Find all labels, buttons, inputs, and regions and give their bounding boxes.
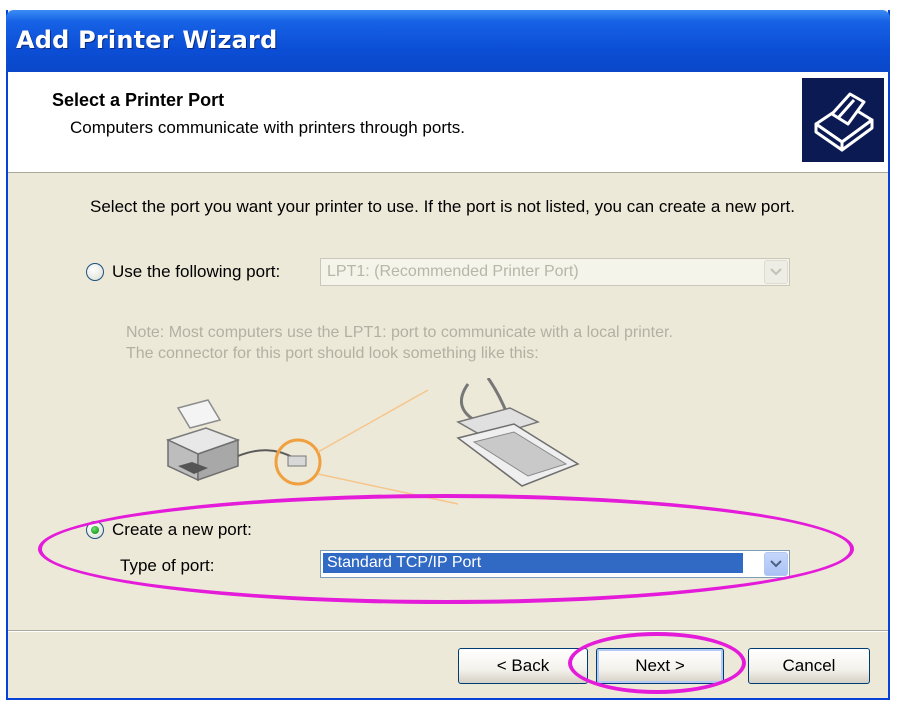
wizard-header: Select a Printer Port Computers communic… [8,72,888,173]
chevron-down-icon[interactable] [764,260,788,284]
create-new-port-radio[interactable] [86,521,104,539]
chevron-down-icon[interactable] [764,552,788,576]
page-subtitle: Computers communicate with printers thro… [70,118,465,137]
title-bar[interactable]: Add Printer Wizard [6,10,890,74]
type-of-port-label: Type of port: [120,556,215,575]
next-button[interactable]: Next > [596,648,724,684]
port-note-line2: The connector for this port should look … [126,345,539,362]
existing-port-dropdown[interactable]: LPT1: (Recommended Printer Port) [320,258,790,286]
cancel-button[interactable]: Cancel [748,648,870,684]
parallel-cable-icon [456,378,580,487]
port-type-dropdown[interactable]: Standard TCP/IP Port [320,550,790,578]
printer-icon [802,78,884,162]
instructions-text: Select the port you want your printer to… [90,197,795,216]
back-button[interactable]: < Back [458,648,588,684]
port-type-value: Standard TCP/IP Port [323,553,743,573]
create-port-label-text: Create a new port: [112,520,252,539]
printer-illustration-icon [165,399,241,482]
use-following-port-radio[interactable] [86,263,104,281]
window-title: Add Printer Wizard [16,26,278,54]
existing-port-value: LPT1: (Recommended Printer Port) [327,263,579,280]
create-new-port-label[interactable]: Create a new port: [112,520,252,540]
footer-divider [8,630,888,632]
port-note-line1: Note: Most computers use the LPT1: port … [126,324,673,341]
lpt-connector-illustration [165,378,580,505]
port-note: Note: Most computers use the LPT1: port … [126,322,806,364]
use-following-port-label[interactable]: Use the following port: [112,262,280,282]
create-port-highlight-annotation [38,494,854,604]
use-port-label-text: Use the following port: [112,262,281,281]
add-printer-wizard-window: Add Printer Wizard Select a Printer Port… [6,10,890,700]
page-title: Select a Printer Port [52,90,225,110]
